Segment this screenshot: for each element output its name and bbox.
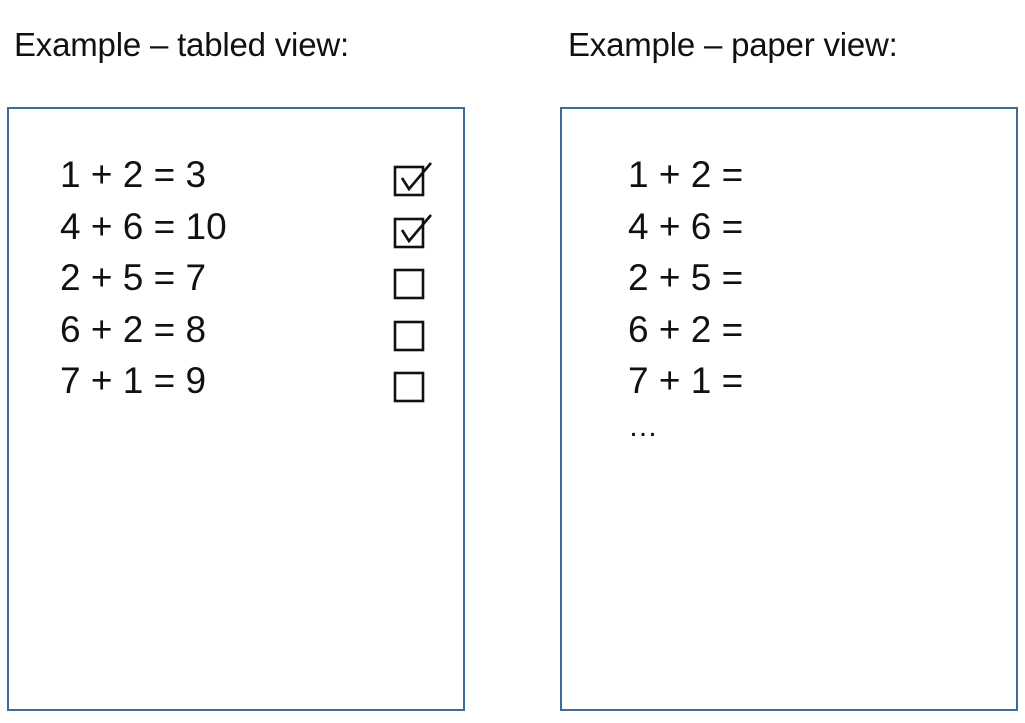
empty-box-icon[interactable] [393,367,433,407]
paper-row: 6 + 2 = [628,308,744,350]
empty-box-icon[interactable] [393,264,433,304]
equation-text: 7 + 1 = 9 [60,360,207,401]
checked-box-icon[interactable] [393,213,433,253]
paper-equation-list: 1 + 2 = 4 + 6 = 2 + 5 = 6 + 2 = 7 + 1 = … [628,149,743,447]
tabled-row: 1 + 2 = 3 [60,149,432,201]
paper-row: 7 + 1 = [628,360,744,401]
paper-view-heading: Example – paper view: [568,26,898,63]
tabled-view-heading: Example – tabled view: [14,26,349,63]
empty-box-icon[interactable] [393,316,433,356]
paper-row: 1 + 2 = [628,154,744,195]
paper-row: 2 + 5 = [628,257,744,298]
equation-text: 1 + 2 = 3 [60,154,207,195]
tabled-equation-list: 1 + 2 = 3 4 + 6 = 10 2 + 5 = 7 6 + 2 = 8… [60,149,432,407]
tabled-row: 6 + 2 = 8 [60,304,425,356]
checked-box-icon[interactable] [393,161,433,201]
equation-text: 2 + 5 = 7 [60,257,207,298]
paper-row: 4 + 6 = [628,205,744,247]
paper-view-panel: 1 + 2 = 4 + 6 = 2 + 5 = 6 + 2 = 7 + 1 = … [560,107,1018,711]
tabled-row: 4 + 6 = 10 [60,201,432,253]
equation-text: 6 + 2 = 8 [60,308,207,350]
equation-text: 4 + 6 = 10 [60,205,227,247]
tabled-row: 7 + 1 = 9 [60,355,425,407]
tabled-view-panel: 1 + 2 = 3 4 + 6 = 10 2 + 5 = 7 6 + 2 = 8… [7,107,465,711]
ellipsis: … [628,409,659,443]
tabled-row: 2 + 5 = 7 [60,252,425,304]
